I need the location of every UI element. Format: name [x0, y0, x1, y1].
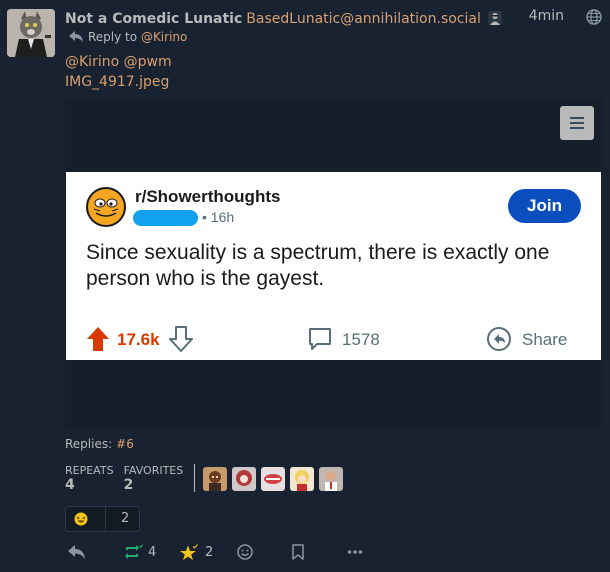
repeat-button[interactable]: 4 [123, 543, 156, 561]
bookmark-icon [292, 544, 304, 560]
avatar[interactable] [290, 467, 314, 491]
repeats-label: REPEATS [65, 464, 114, 477]
join-button: Join [508, 189, 581, 223]
globe-icon [586, 9, 602, 25]
replies-line: Replies: #6 [65, 437, 134, 451]
avatar[interactable] [7, 9, 55, 57]
post-age: • 16h [202, 209, 235, 225]
post-stats: REPEATS 4 FAVORITES 2 [65, 464, 193, 493]
repeats-stat[interactable]: REPEATS 4 [65, 464, 114, 493]
reply-link[interactable]: #6 [116, 437, 134, 451]
user-badge-icon [487, 11, 502, 25]
favorite-count: 2 [205, 544, 214, 560]
more-options-button[interactable] [347, 543, 363, 561]
replies-label: Replies: [65, 437, 113, 451]
action-bar: 4 2 [65, 543, 375, 563]
reply-to-user[interactable]: @Kirino [141, 30, 187, 44]
reaction-count: 2 [121, 511, 130, 526]
subreddit-logo [86, 187, 126, 227]
hamburger-icon [570, 117, 584, 129]
avatar[interactable] [261, 467, 285, 491]
attachment-link[interactable]: IMG_4917.jpeg [65, 72, 172, 92]
reddit-screenshot: r/Showerthoughts • 16h Join Since sexual… [66, 172, 601, 360]
avatar[interactable] [319, 467, 343, 491]
post-mentions[interactable]: @Kirino @pwm [65, 52, 172, 72]
favorited-by-avatars [203, 467, 348, 491]
favorites-stat[interactable]: FAVORITES 2 [124, 464, 184, 493]
stats-divider [194, 464, 195, 492]
repeats-count: 4 [65, 477, 75, 493]
reply-to-line: Reply to @Kirino [69, 30, 187, 44]
reply-button[interactable] [68, 543, 85, 561]
reply-icon [68, 545, 85, 559]
upvote-count: 17.6k [117, 330, 160, 349]
attachment-menu-button[interactable] [560, 106, 594, 140]
favorite-button[interactable]: 2 [180, 543, 213, 561]
star-icon [180, 543, 198, 560]
reply-prefix: Reply to [88, 30, 138, 44]
favorites-count: 2 [123, 477, 134, 493]
post-header: Not a Comedic Lunatic BasedLunatic@annihi… [65, 8, 602, 28]
smiley-icon [237, 544, 253, 560]
share-label: Share [522, 330, 568, 349]
bookmark-button[interactable] [292, 543, 304, 561]
image-attachment[interactable]: r/Showerthoughts • 16h Join Since sexual… [65, 98, 602, 428]
ellipsis-icon [347, 550, 363, 554]
avatar[interactable] [203, 467, 227, 491]
reply-arrow-icon [69, 31, 83, 42]
status-post: Not a Comedic Lunatic BasedLunatic@annihi… [0, 0, 610, 572]
repeat-icon [125, 544, 143, 559]
comment-count: 1578 [342, 330, 380, 349]
add-reaction-button[interactable] [237, 543, 253, 561]
upvote-icon [87, 327, 109, 351]
author-acct[interactable]: BasedLunatic@annihilation.social [246, 11, 481, 27]
post-timestamp[interactable]: 4min [529, 8, 564, 24]
subreddit-name: r/Showerthoughts [135, 187, 281, 206]
comment-icon [309, 328, 331, 350]
grinning-squint-face-icon [74, 512, 88, 526]
avatar[interactable] [232, 467, 256, 491]
redacted-username [133, 210, 198, 226]
reddit-post-title: Since sexuality is a spectrum, there is … [86, 241, 550, 290]
repeat-count: 4 [148, 544, 157, 560]
reaction-separator [105, 507, 106, 531]
post-content: @Kirino @pwm IMG_4917.jpeg [65, 52, 172, 92]
emoji-reaction[interactable]: 2 [65, 506, 140, 532]
author-display-name[interactable]: Not a Comedic Lunatic [65, 11, 242, 27]
favorites-label: FAVORITES [123, 464, 184, 477]
share-icon [487, 327, 511, 351]
downvote-icon [169, 326, 193, 352]
